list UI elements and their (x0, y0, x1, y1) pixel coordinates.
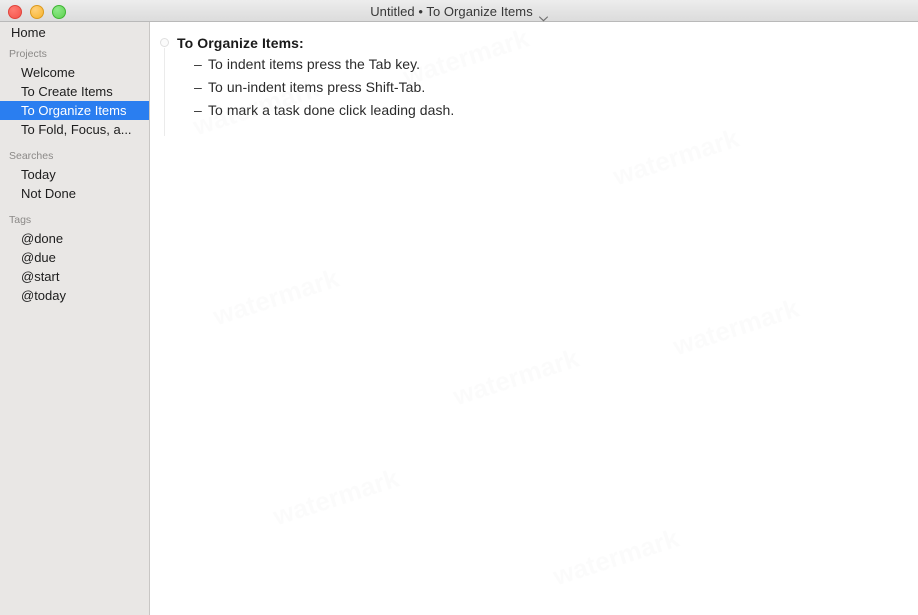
outline-list: To Organize Items: – To indent items pre… (151, 22, 918, 136)
sidebar-item-home[interactable]: Home (0, 23, 149, 42)
sidebar-item-not-done[interactable]: Not Done (0, 184, 149, 203)
sidebar-section-header-searches: Searches (9, 150, 54, 162)
sidebar-section-header-projects: Projects (9, 48, 47, 60)
outline-item-text: To indent items press the Tab key. (208, 56, 421, 72)
sidebar-item-tag-today[interactable]: @today (0, 286, 149, 305)
close-window-button[interactable] (8, 5, 22, 19)
minimize-window-button[interactable] (30, 5, 44, 19)
leading-dash-icon[interactable]: – (194, 54, 208, 75)
title-bar: Untitled • To Organize Items (0, 0, 918, 22)
sidebar-item-tag-done[interactable]: @done (0, 229, 149, 248)
sidebar-item-welcome[interactable]: Welcome (0, 63, 149, 82)
outline-item-row[interactable]: – To indent items press the Tab key. (151, 54, 918, 77)
outline-item-text: To un-indent items press Shift-Tab. (208, 79, 426, 95)
fold-circle-icon[interactable] (160, 38, 169, 47)
sidebar-section-header-tags: Tags (9, 214, 32, 226)
sidebar-item-to-fold-focus[interactable]: To Fold, Focus, a... (0, 120, 149, 139)
sidebar-item-tag-start[interactable]: @start (0, 267, 149, 286)
app-window: Untitled • To Organize Items Home Projec… (0, 0, 918, 615)
outline-guide-line (164, 48, 165, 136)
window-title: Untitled • To Organize Items (370, 3, 533, 19)
sidebar-item-to-organize-items[interactable]: To Organize Items (0, 101, 149, 120)
sidebar-item-to-create-items[interactable]: To Create Items (0, 82, 149, 101)
leading-dash-icon[interactable]: – (194, 77, 208, 98)
title-container: Untitled • To Organize Items (0, 0, 918, 22)
sidebar[interactable]: Home Projects Welcome To Create Items To… (0, 22, 150, 615)
outline-item-row[interactable]: – To mark a task done click leading dash… (151, 100, 918, 123)
maximize-window-button[interactable] (52, 5, 66, 19)
sidebar-item-today[interactable]: Today (0, 165, 149, 184)
outline-item-text: To mark a task done click leading dash. (208, 102, 455, 118)
outline-editor[interactable]: To Organize Items: – To indent items pre… (151, 22, 918, 615)
sidebar-item-tag-due[interactable]: @due (0, 248, 149, 267)
window-controls (8, 5, 66, 19)
outline-heading-text: To Organize Items: (177, 35, 304, 51)
outline-item-row[interactable]: – To un-indent items press Shift-Tab. (151, 77, 918, 100)
outline-heading-row[interactable]: To Organize Items: (151, 32, 918, 54)
leading-dash-icon[interactable]: – (194, 100, 208, 121)
chevron-down-icon[interactable] (538, 9, 548, 22)
